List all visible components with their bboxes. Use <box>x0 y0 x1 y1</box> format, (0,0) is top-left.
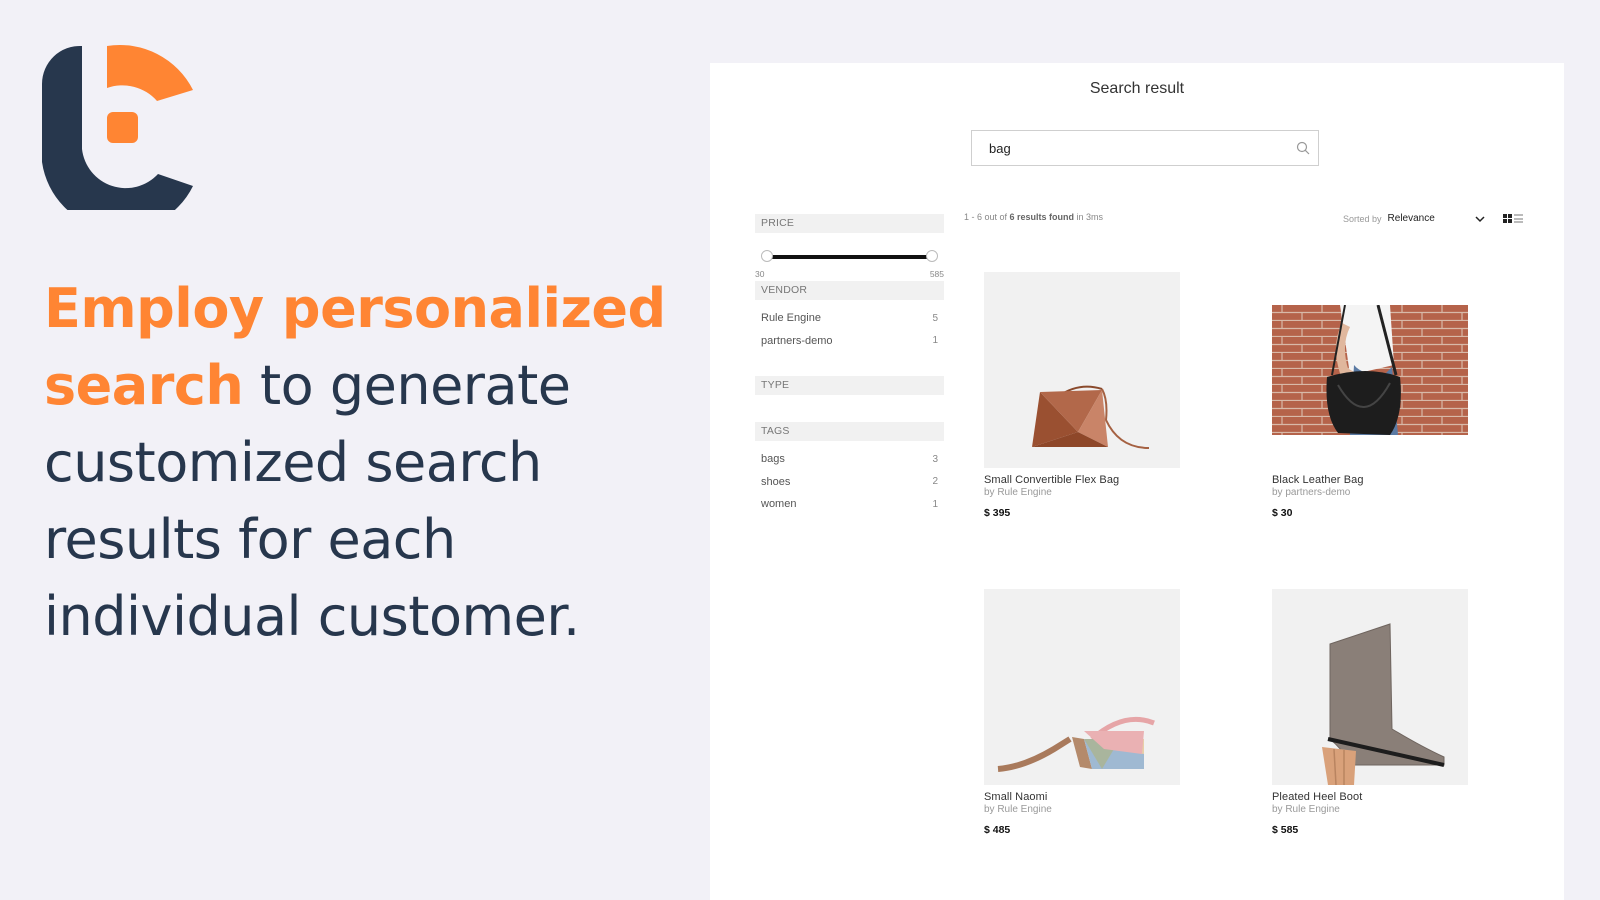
filter-item-vendor-rule-engine[interactable]: Rule Engine 5 <box>755 307 944 330</box>
black-bag-photo-illustration <box>1272 305 1468 435</box>
list-view-icon[interactable] <box>1514 214 1523 223</box>
search-icon[interactable] <box>1296 141 1310 155</box>
filter-item-count: 1 <box>932 335 938 347</box>
pastel-bag-illustration <box>997 716 1155 772</box>
sort-value[interactable]: Relevance <box>1388 213 1473 224</box>
filter-item-label: shoes <box>761 475 791 488</box>
grid-view-icon[interactable] <box>1503 214 1512 223</box>
product-name[interactable]: Small Convertible Flex Bag <box>984 474 1184 486</box>
product-vendor: by partners-demo <box>1272 487 1351 498</box>
product-card[interactable]: Small Convertible Flex Bag by Rule Engin… <box>984 272 1184 519</box>
product-price: $ 485 <box>984 824 1011 836</box>
filter-item-vendor-partners-demo[interactable]: partners-demo 1 <box>755 330 944 353</box>
price-slider[interactable]: 30 585 <box>755 233 944 281</box>
price-slider-max-handle[interactable] <box>926 250 938 262</box>
filter-header-type[interactable]: TYPE <box>755 376 944 395</box>
price-min-label: 30 <box>755 269 765 279</box>
filter-header-tags[interactable]: TAGS <box>755 422 944 441</box>
brand-logo-icon <box>41 44 193 210</box>
product-image-taupe-ankle-boot[interactable] <box>1272 589 1468 785</box>
filter-item-tag-bags[interactable]: bags 3 <box>755 448 944 471</box>
product-image-black-leather-bag[interactable] <box>1272 272 1468 468</box>
headline: Employ personalized search to generate c… <box>44 270 684 655</box>
product-card[interactable]: Small Naomi by Rule Engine $ 485 <box>984 589 1184 836</box>
filter-header-price[interactable]: PRICE <box>755 214 944 233</box>
filter-item-label: partners-demo <box>761 334 833 347</box>
product-name[interactable]: Black Leather Bag <box>1272 474 1472 486</box>
filter-item-label: bags <box>761 453 785 466</box>
filter-item-tag-shoes[interactable]: shoes 2 <box>755 471 944 494</box>
view-toggle <box>1503 214 1523 223</box>
filter-item-label: women <box>761 498 797 511</box>
product-vendor: by Rule Engine <box>984 804 1052 815</box>
logo-orange-square <box>107 112 138 143</box>
product-name[interactable]: Small Naomi <box>984 791 1184 803</box>
filter-header-vendor[interactable]: VENDOR <box>755 281 944 300</box>
price-max-label: 585 <box>929 269 944 279</box>
product-name[interactable]: Pleated Heel Boot <box>1272 791 1472 803</box>
logo-orange-arc <box>107 44 193 101</box>
filter-item-count: 3 <box>932 453 938 465</box>
filter-item-tag-women[interactable]: women 1 <box>755 493 944 516</box>
product-vendor: by Rule Engine <box>984 487 1052 498</box>
product-vendor: by Rule Engine <box>1272 804 1340 815</box>
boot-illustration <box>1322 623 1445 785</box>
sort-label: Sorted by <box>1343 213 1382 224</box>
brown-bag-illustration <box>1032 385 1150 449</box>
filter-item-count: 5 <box>932 312 938 324</box>
filter-item-label: Rule Engine <box>761 312 821 325</box>
chevron-down-icon[interactable] <box>1475 215 1485 223</box>
search-box[interactable] <box>971 130 1319 166</box>
product-card[interactable]: Black Leather Bag by partners-demo $ 30 <box>1272 272 1472 519</box>
results-time: in 3ms <box>1074 212 1104 222</box>
results-summary: 1 - 6 out of 6 results found in 3ms <box>964 212 1103 222</box>
search-input[interactable] <box>972 131 1272 165</box>
product-image-brown-triangular-bag[interactable] <box>984 272 1180 468</box>
search-results-panel: Search result PRICE 30 585 VENDOR Rule E… <box>710 63 1564 900</box>
price-slider-min-handle[interactable] <box>761 250 773 262</box>
product-price: $ 395 <box>984 507 1011 519</box>
product-price: $ 585 <box>1272 824 1299 836</box>
product-card[interactable]: Pleated Heel Boot by Rule Engine $ 585 <box>1272 589 1472 836</box>
filters-sidebar: PRICE 30 585 VENDOR Rule Engine 5 partne… <box>755 214 944 516</box>
product-image-pastel-color-block-bag[interactable] <box>984 589 1180 785</box>
product-price: $ 30 <box>1272 507 1293 519</box>
results-range: 1 - 6 out of <box>964 212 1010 222</box>
sort-dropdown[interactable]: Sorted by Relevance <box>1343 213 1485 224</box>
results-count: 6 results found <box>1009 212 1075 222</box>
filter-item-count: 1 <box>932 498 938 510</box>
price-slider-track[interactable] <box>767 255 932 259</box>
panel-title: Search result <box>1089 80 1185 97</box>
filter-item-count: 2 <box>932 476 938 488</box>
